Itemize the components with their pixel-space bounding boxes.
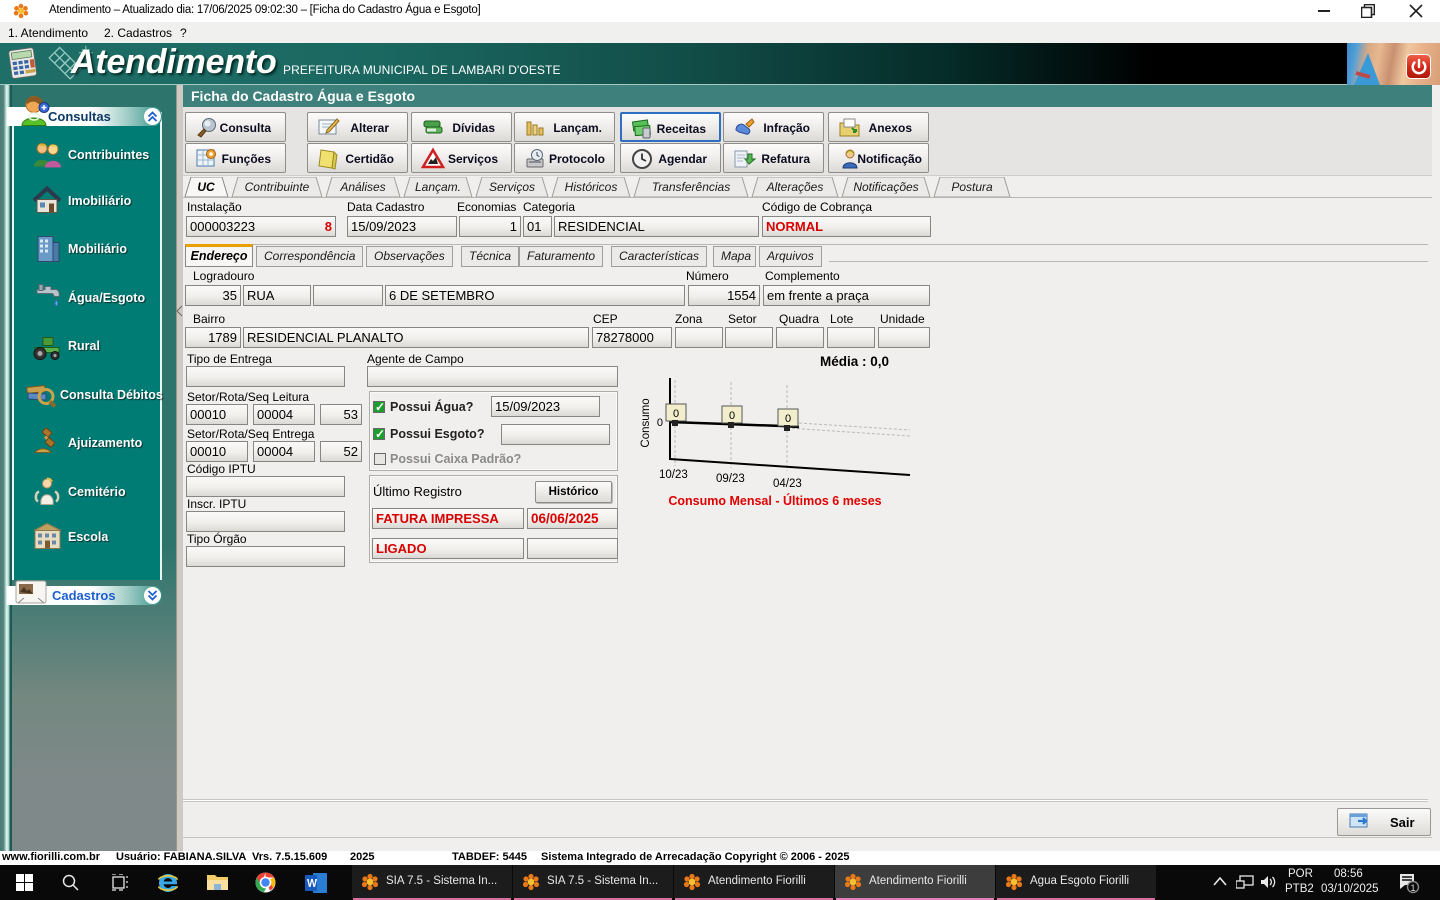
svg-text:UC: UC: [197, 180, 215, 194]
svg-text:10/23: 10/23: [659, 469, 688, 481]
svg-text:Consumo Mensal - Últimos 6 mes: Consumo Mensal - Últimos 6 meses: [668, 493, 881, 508]
svg-text:Média : 0,0: Média : 0,0: [820, 354, 889, 369]
svg-text:Serviços: Serviços: [489, 180, 535, 194]
svg-text:0: 0: [673, 408, 679, 420]
svg-text:04/23: 04/23: [773, 478, 802, 490]
svg-text:0: 0: [657, 417, 663, 429]
svg-text:Análises: Análises: [339, 180, 385, 194]
svg-text:Históricos: Históricos: [565, 180, 618, 194]
svg-text:09/23: 09/23: [716, 473, 745, 485]
svg-text:Consumo: Consumo: [640, 398, 652, 447]
svg-text:Contribuinte: Contribuinte: [245, 180, 310, 194]
svg-text:Transferências: Transferências: [652, 180, 730, 194]
svg-text:Lançam.: Lançam.: [415, 180, 461, 194]
svg-text:0: 0: [729, 410, 735, 422]
svg-text:0: 0: [785, 413, 791, 425]
svg-text:Postura: Postura: [951, 180, 993, 194]
svg-text:1: 1: [1410, 883, 1415, 893]
svg-text:Alterações: Alterações: [766, 180, 824, 194]
svg-text:Notificações: Notificações: [853, 180, 918, 194]
